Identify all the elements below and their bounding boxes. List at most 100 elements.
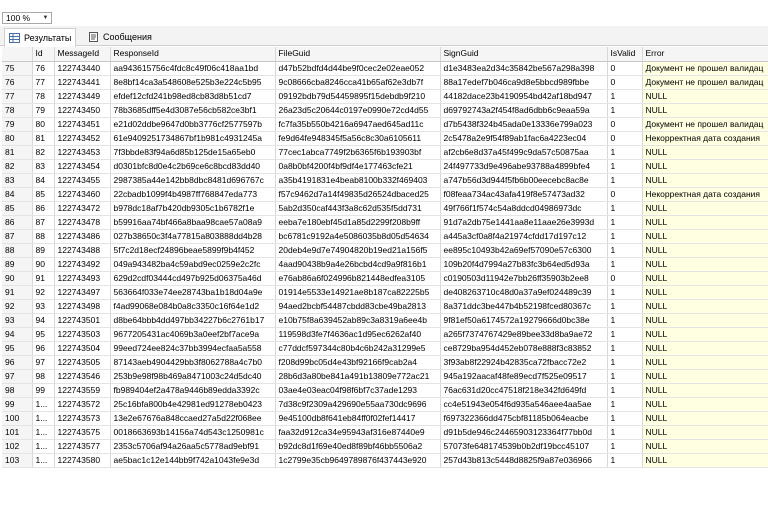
messageid-cell[interactable]: 122743575 <box>54 425 111 440</box>
messageid-cell[interactable]: 122743441 <box>54 75 111 90</box>
messageid-cell[interactable]: 122743497 <box>54 285 111 300</box>
error-cell[interactable]: Документ не прошел валидац <box>642 75 768 90</box>
error-cell[interactable]: NULL <box>642 397 768 412</box>
signguid-cell[interactable]: 8a371ddc3be447b4b52198fced80367c <box>440 299 608 314</box>
table-row[interactable]: 99 1... 122743572 25c16bfa800b4e42981ed9127… <box>2 397 768 412</box>
fileguid-cell[interactable]: e10b75f8a639452ab89c3a8319a6ee4b <box>275 313 441 328</box>
fileguid-cell[interactable]: c77ddcf597344c80b4c6b242a31299e5 <box>275 341 441 356</box>
signguid-cell[interactable]: a445a3cf0a8f4a21974cfdd17d197c12 <box>440 229 608 244</box>
error-cell[interactable]: NULL <box>642 341 768 356</box>
error-cell[interactable]: NULL <box>642 173 768 188</box>
messageid-cell[interactable]: 122743572 <box>54 397 111 412</box>
isvalid-cell[interactable]: 1 <box>607 103 643 118</box>
id-cell[interactable]: 99 <box>32 383 55 398</box>
messageid-cell[interactable]: 122743454 <box>54 159 111 174</box>
responseid-cell[interactable]: f4ad99068e084b0a8c3350c16f64e1d2 <box>110 299 276 314</box>
row-number-cell[interactable]: 91 <box>2 285 33 300</box>
row-number-cell[interactable]: 101 <box>2 425 33 440</box>
row-number-cell[interactable]: 98 <box>2 383 33 398</box>
fileguid-cell[interactable]: b92dc8d1f69e40ed8f89bf46bb5506a2 <box>275 439 441 454</box>
id-cell[interactable]: 1... <box>32 425 55 440</box>
id-cell[interactable]: 82 <box>32 145 55 160</box>
chevron-down-icon[interactable]: ▼ <box>40 13 51 23</box>
messageid-cell[interactable]: 122743577 <box>54 439 111 454</box>
row-number-cell[interactable]: 102 <box>2 439 33 454</box>
error-cell[interactable]: NULL <box>642 285 768 300</box>
table-row[interactable]: 84 85 122743460 22cbadb1099f4b4987ff768847e… <box>2 187 768 202</box>
tab-results[interactable]: Результаты <box>4 28 77 47</box>
row-number-cell[interactable]: 95 <box>2 341 33 356</box>
id-cell[interactable]: 83 <box>32 159 55 174</box>
fileguid-cell[interactable]: 03ae4e03eac04f98f6bf7c37ade1293 <box>275 383 441 398</box>
signguid-cell[interactable]: de408263710c48d0a37a9ef024489c39 <box>440 285 608 300</box>
responseid-cell[interactable]: b978dc18af7b420db9305c1b6782f1e <box>110 201 276 216</box>
messageid-cell[interactable]: 122743440 <box>54 61 111 76</box>
results-grid[interactable]: Id MessageId ResponseId FileGuid SignGui… <box>2 47 768 510</box>
tab-messages[interactable]: Сообщения <box>84 28 156 46</box>
error-cell[interactable]: NULL <box>642 439 768 454</box>
responseid-cell[interactable]: 7f3bbde83f94a6d85b125de15a65eb0 <box>110 145 276 160</box>
table-row[interactable]: 89 90 122743492 049a943482ba4c59abd9ec0259e… <box>2 257 768 272</box>
signguid-cell[interactable]: ce8729ba954d452eb078e888f3c83852 <box>440 341 608 356</box>
row-number-cell[interactable]: 93 <box>2 313 33 328</box>
column-header-responseid[interactable]: ResponseId <box>110 47 276 62</box>
table-row[interactable]: 88 89 122743488 5f7c2d18ecf24896beae5899f9b… <box>2 243 768 258</box>
id-cell[interactable]: 95 <box>32 327 55 342</box>
row-number-cell[interactable]: 88 <box>2 243 33 258</box>
signguid-cell[interactable]: 76ac631d20cc47518f218e342fd649fd <box>440 383 608 398</box>
fileguid-cell[interactable]: 01914e5533e14921ae8b187ca82225b5 <box>275 285 441 300</box>
responseid-cell[interactable]: 2987385a44e142bb8dbc8481d696767c <box>110 173 276 188</box>
isvalid-cell[interactable]: 1 <box>607 397 643 412</box>
messageid-cell[interactable]: 122743452 <box>54 131 111 146</box>
messageid-cell[interactable]: 122743460 <box>54 187 111 202</box>
fileguid-cell[interactable]: 28b6d3a80be841a491b13809e772ac21 <box>275 369 441 384</box>
error-cell[interactable]: NULL <box>642 229 768 244</box>
responseid-cell[interactable]: d8be64bbb4dd497bb34227b6c2761b17 <box>110 313 276 328</box>
messageid-cell[interactable]: 122743503 <box>54 327 111 342</box>
fileguid-cell[interactable]: 0a8b0bf4200f4bf9df4e177463cfe21 <box>275 159 441 174</box>
isvalid-cell[interactable]: 1 <box>607 411 643 426</box>
signguid-cell[interactable]: 57073fe648174539b0b2df19bcc45107 <box>440 439 608 454</box>
row-number-cell[interactable]: 81 <box>2 145 33 160</box>
fileguid-cell[interactable]: 4aad90438b9a4e26bcbd4cd9a9f816b1 <box>275 257 441 272</box>
signguid-cell[interactable]: 2c5478a2e9f54f89ab1fac6a4223ec04 <box>440 131 608 146</box>
row-number-cell[interactable]: 94 <box>2 327 33 342</box>
signguid-cell[interactable]: 3f93ab8f22924b42835ca72fbacc72e2 <box>440 355 608 370</box>
responseid-cell[interactable]: ae5bac1c12e144bb9f742a1043fe9e3d <box>110 453 276 468</box>
fileguid-cell[interactable]: 1c2799e35cb9649789876f437443e920 <box>275 453 441 468</box>
id-cell[interactable]: 76 <box>32 61 55 76</box>
id-cell[interactable]: 88 <box>32 229 55 244</box>
signguid-cell[interactable]: af2cb6e8d37a45f499c9da57c50875aa <box>440 145 608 160</box>
fileguid-cell[interactable]: fe9d64fe948345f5a56c8c30a6105611 <box>275 131 441 146</box>
isvalid-cell[interactable]: 0 <box>607 117 643 132</box>
isvalid-cell[interactable]: 1 <box>607 243 643 258</box>
table-row[interactable]: 78 79 122743450 78b3685dff5e4d3087e56cb582c… <box>2 103 768 118</box>
row-number-cell[interactable]: 75 <box>2 61 33 76</box>
fileguid-cell[interactable]: 20deb4e9d7e74904820b19ed21a156f5 <box>275 243 441 258</box>
error-cell[interactable]: NULL <box>642 313 768 328</box>
error-cell[interactable]: NULL <box>642 89 768 104</box>
messageid-cell[interactable]: 122743453 <box>54 145 111 160</box>
responseid-cell[interactable]: 2353c5706af94a26aa5c5778ad9ebf91 <box>110 439 276 454</box>
row-number-cell[interactable]: 89 <box>2 257 33 272</box>
responseid-cell[interactable]: 8e8bf14ca3a548608e525b3e224c5b95 <box>110 75 276 90</box>
id-cell[interactable]: 87 <box>32 215 55 230</box>
id-cell[interactable]: 96 <box>32 341 55 356</box>
id-cell[interactable]: 90 <box>32 257 55 272</box>
isvalid-cell[interactable]: 1 <box>607 215 643 230</box>
table-row[interactable]: 83 84 122743455 2987385a44e142bb8dbc8481d69… <box>2 173 768 188</box>
error-cell[interactable]: NULL <box>642 425 768 440</box>
error-cell[interactable]: NULL <box>642 271 768 286</box>
signguid-cell[interactable]: 257d43b813c5448d8825f9a87e036966 <box>440 453 608 468</box>
error-cell[interactable]: NULL <box>642 103 768 118</box>
column-header-signguid[interactable]: SignGuid <box>440 47 608 62</box>
responseid-cell[interactable]: 027b38650c3f4a77815a803888dd4b28 <box>110 229 276 244</box>
responseid-cell[interactable]: 99eed724ee824c37bb3994ecfaa5a558 <box>110 341 276 356</box>
id-cell[interactable]: 1... <box>32 453 55 468</box>
messageid-cell[interactable]: 122743498 <box>54 299 111 314</box>
id-cell[interactable]: 81 <box>32 131 55 146</box>
messageid-cell[interactable]: 122743472 <box>54 201 111 216</box>
fileguid-cell[interactable]: f57c9462d7a14f49835d26524dbaced25 <box>275 187 441 202</box>
fileguid-cell[interactable]: 5ab2d350caf443f3a8c62d535f5dd731 <box>275 201 441 216</box>
isvalid-cell[interactable]: 1 <box>607 313 643 328</box>
